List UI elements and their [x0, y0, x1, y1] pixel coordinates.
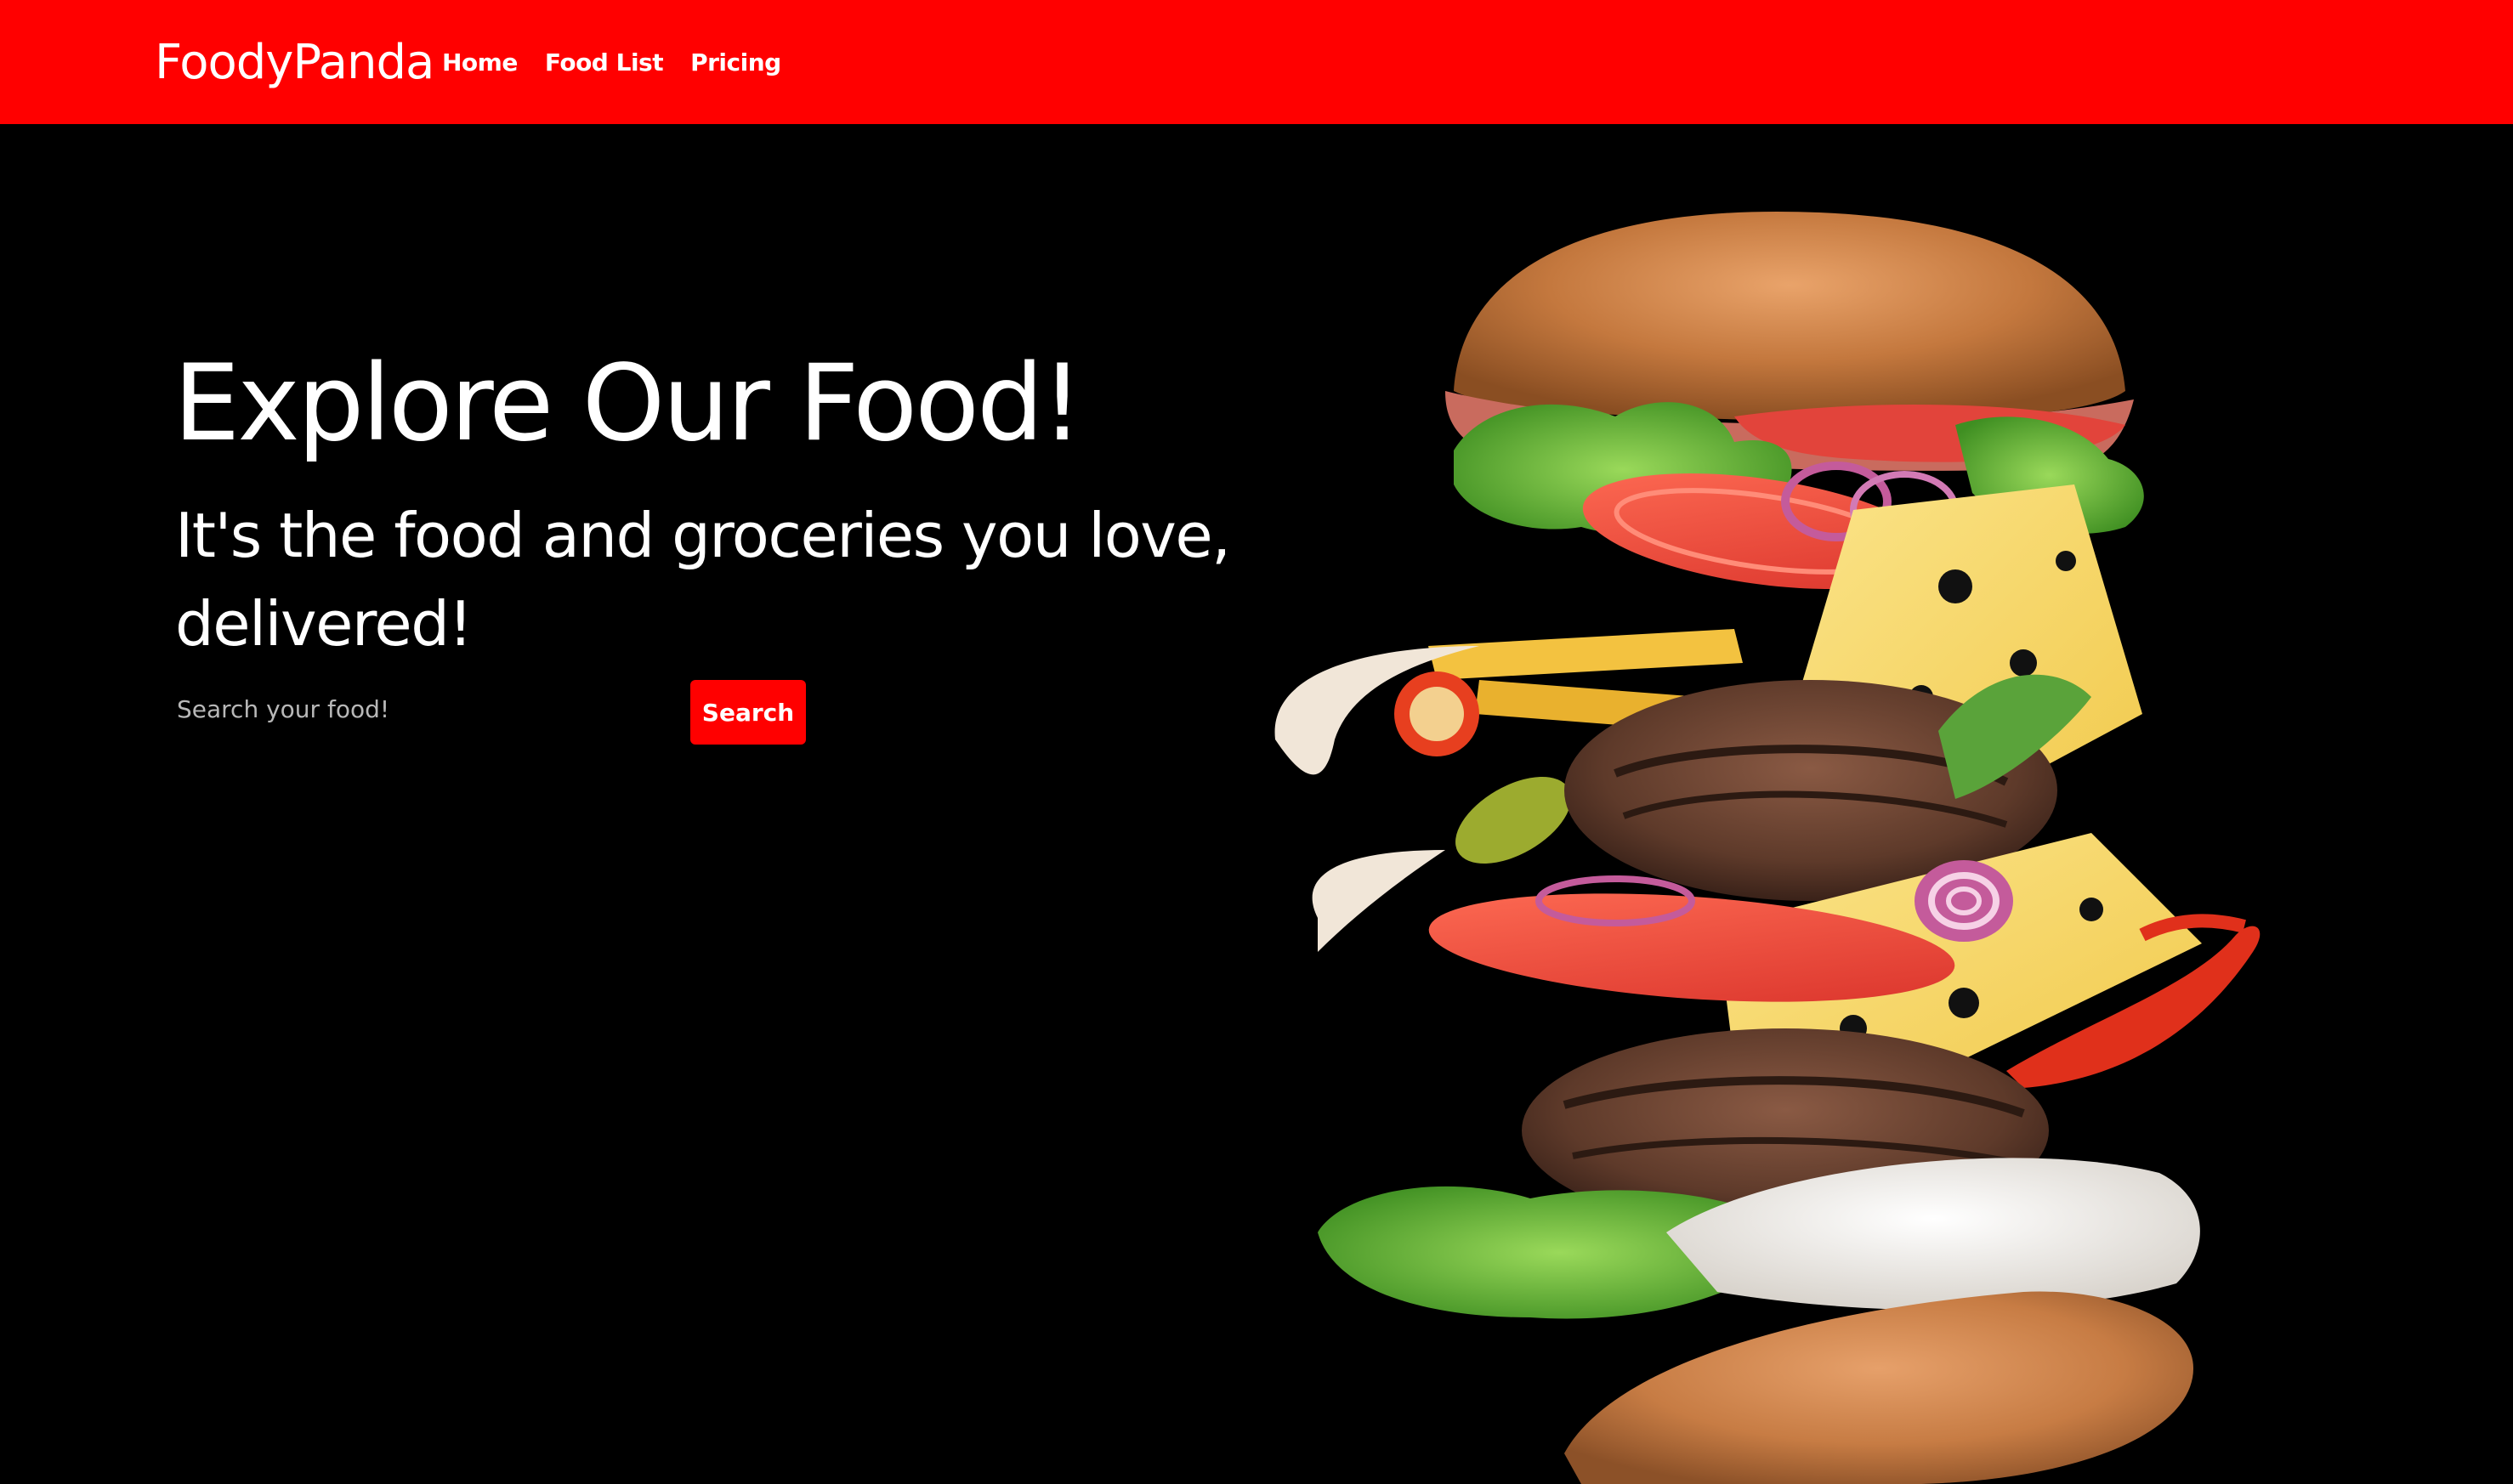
nav-links: Home Food List Pricing [442, 46, 781, 80]
brand-logo-link[interactable]: FoodyPanda [155, 31, 434, 95]
search-button[interactable]: Search [690, 680, 806, 745]
hero-title: Explore Our Food! [173, 343, 1083, 465]
nav-link-home[interactable]: Home [442, 46, 518, 80]
navbar: FoodyPanda Home Food List Pricing [0, 0, 2513, 124]
search-input[interactable] [173, 683, 673, 734]
nav-link-pricing[interactable]: Pricing [690, 46, 781, 80]
hero-subtitle: It's the food and groceries you love, de… [175, 500, 1231, 660]
burger-illustration [1274, 211, 2261, 1484]
nav-link-food-list[interactable]: Food List [545, 46, 664, 80]
